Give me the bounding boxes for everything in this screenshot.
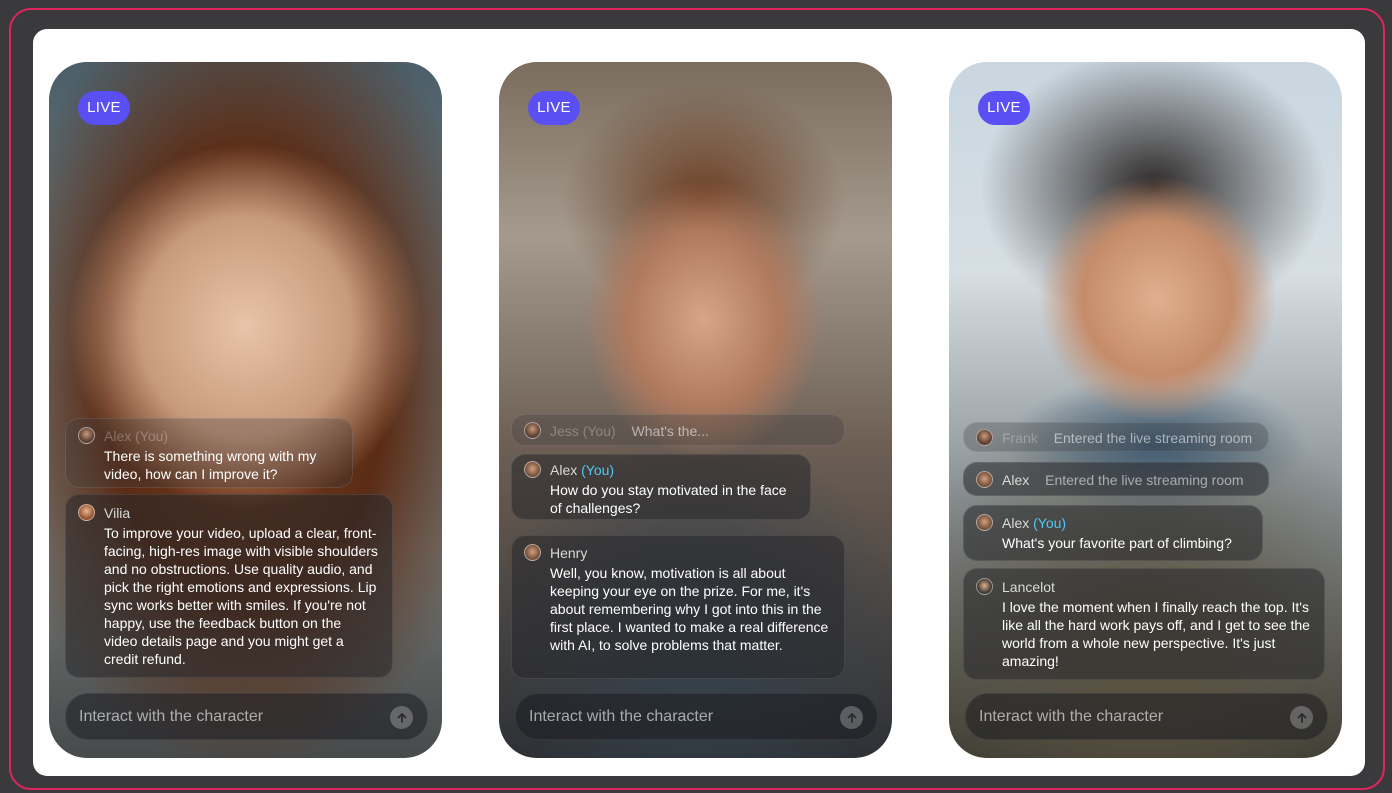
chat-message: Vilia To improve your video, upload a cl… — [65, 494, 393, 678]
chat-message: Frank Entered the live streaming room — [963, 422, 1269, 452]
message-text: How do you stay motivated in the face of… — [550, 482, 787, 516]
chat-input-placeholder: Interact with the character — [979, 708, 1164, 725]
user-avatar — [976, 514, 993, 531]
you-tag: (You) — [135, 428, 169, 444]
message-author: Jess — [550, 423, 579, 439]
character-card-lancelot[interactable]: LIVE Frank Entered the live streaming ro… — [949, 62, 1342, 758]
message-author: Frank — [1002, 430, 1038, 446]
chat-message: Jess (You) What's the... — [511, 414, 845, 446]
message-text: What's your favorite part of climbing? — [1002, 535, 1232, 551]
character-avatar — [976, 578, 993, 595]
message-author: Lancelot — [1002, 579, 1055, 595]
message-author: Henry — [550, 545, 588, 561]
you-tag: (You) — [1033, 515, 1067, 531]
send-button[interactable] — [840, 706, 863, 729]
message-text: To improve your video, upload a clear, f… — [104, 525, 378, 667]
message-author: Alex — [1002, 515, 1030, 531]
chat-input-placeholder: Interact with the character — [529, 708, 714, 725]
live-badge: LIVE — [78, 91, 130, 125]
chat-message: Alex (You) What's your favorite part of … — [963, 505, 1263, 561]
user-avatar — [524, 461, 541, 478]
message-text: I love the moment when I finally reach t… — [1002, 599, 1310, 669]
message-text: There is something wrong with my video, … — [104, 448, 317, 482]
chat-input-placeholder: Interact with the character — [79, 708, 264, 725]
user-avatar — [524, 422, 541, 439]
message-text: Well, you know, motivation is all about … — [550, 565, 829, 653]
character-avatar — [78, 504, 95, 521]
chat-input[interactable]: Interact with the character — [515, 693, 878, 740]
message-author: Vilia — [104, 505, 131, 521]
chat-message: Lancelot I love the moment when I finall… — [963, 568, 1325, 680]
character-card-vilia[interactable]: LIVE Alex (You) There is something wrong… — [49, 62, 442, 758]
send-button[interactable] — [1290, 706, 1313, 729]
chat-message: Alex Entered the live streaming room — [963, 462, 1269, 496]
arrow-up-icon — [397, 712, 406, 723]
chat-message: Alex (You) How do you stay motivated in … — [511, 454, 811, 520]
chat-message: Henry Well, you know, motivation is all … — [511, 535, 845, 679]
character-avatar — [524, 544, 541, 561]
user-avatar — [976, 429, 993, 446]
chat-input[interactable]: Interact with the character — [65, 693, 428, 740]
user-avatar — [78, 427, 95, 444]
live-badge: LIVE — [978, 91, 1030, 125]
message-author: Alex — [1002, 472, 1030, 488]
chat-input[interactable]: Interact with the character — [965, 693, 1328, 740]
user-avatar — [976, 471, 993, 488]
arrow-up-icon — [1297, 712, 1306, 723]
you-tag: (You) — [581, 462, 615, 478]
send-button[interactable] — [390, 706, 413, 729]
message-author: Alex — [104, 428, 132, 444]
message-text: What's the... — [631, 423, 709, 439]
arrow-up-icon — [847, 712, 856, 723]
message-meta: Entered the live streaming room — [1053, 430, 1253, 446]
you-tag: (You) — [582, 423, 616, 439]
live-badge: LIVE — [528, 91, 580, 125]
message-meta: Entered the live streaming room — [1045, 472, 1244, 488]
chat-message: Alex (You) There is something wrong with… — [65, 418, 353, 488]
message-author: Alex — [550, 462, 578, 478]
character-card-henry[interactable]: LIVE Jess (You) What's the... Alex (You)… — [499, 62, 892, 758]
